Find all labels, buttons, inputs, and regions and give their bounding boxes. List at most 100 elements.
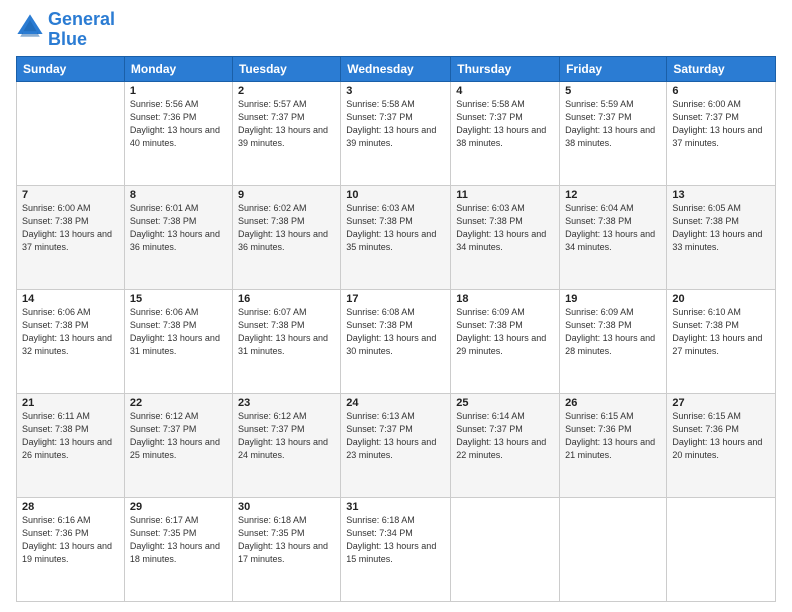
day-info: Sunrise: 6:16 AMSunset: 7:36 PMDaylight:… [22,514,119,566]
day-info: Sunrise: 6:14 AMSunset: 7:37 PMDaylight:… [456,410,554,462]
week-row-5: 28Sunrise: 6:16 AMSunset: 7:36 PMDayligh… [17,497,776,601]
day-cell: 24Sunrise: 6:13 AMSunset: 7:37 PMDayligh… [341,393,451,497]
day-info: Sunrise: 6:07 AMSunset: 7:38 PMDaylight:… [238,306,335,358]
day-number: 25 [456,397,554,409]
day-cell: 12Sunrise: 6:04 AMSunset: 7:38 PMDayligh… [560,185,667,289]
day-cell: 7Sunrise: 6:00 AMSunset: 7:38 PMDaylight… [17,185,125,289]
col-header-sunday: Sunday [17,56,125,81]
logo: General Blue [16,10,115,50]
day-info: Sunrise: 6:18 AMSunset: 7:34 PMDaylight:… [346,514,445,566]
day-cell: 17Sunrise: 6:08 AMSunset: 7:38 PMDayligh… [341,289,451,393]
day-cell: 31Sunrise: 6:18 AMSunset: 7:34 PMDayligh… [341,497,451,601]
day-number: 23 [238,397,335,409]
day-info: Sunrise: 6:15 AMSunset: 7:36 PMDaylight:… [672,410,770,462]
day-cell: 10Sunrise: 6:03 AMSunset: 7:38 PMDayligh… [341,185,451,289]
day-info: Sunrise: 6:17 AMSunset: 7:35 PMDaylight:… [130,514,227,566]
day-cell: 8Sunrise: 6:01 AMSunset: 7:38 PMDaylight… [124,185,232,289]
day-cell: 25Sunrise: 6:14 AMSunset: 7:37 PMDayligh… [451,393,560,497]
day-info: Sunrise: 6:06 AMSunset: 7:38 PMDaylight:… [22,306,119,358]
day-number: 5 [565,85,661,97]
day-number: 9 [238,189,335,201]
day-info: Sunrise: 6:03 AMSunset: 7:38 PMDaylight:… [456,202,554,254]
day-number: 19 [565,293,661,305]
day-number: 2 [238,85,335,97]
day-info: Sunrise: 6:00 AMSunset: 7:38 PMDaylight:… [22,202,119,254]
day-number: 7 [22,189,119,201]
day-number: 20 [672,293,770,305]
col-header-saturday: Saturday [667,56,776,81]
week-row-4: 21Sunrise: 6:11 AMSunset: 7:38 PMDayligh… [17,393,776,497]
day-number: 14 [22,293,119,305]
day-info: Sunrise: 6:00 AMSunset: 7:37 PMDaylight:… [672,98,770,150]
week-row-2: 7Sunrise: 6:00 AMSunset: 7:38 PMDaylight… [17,185,776,289]
week-row-3: 14Sunrise: 6:06 AMSunset: 7:38 PMDayligh… [17,289,776,393]
logo-icon [16,13,44,46]
day-cell: 3Sunrise: 5:58 AMSunset: 7:37 PMDaylight… [341,81,451,185]
day-number: 11 [456,189,554,201]
day-info: Sunrise: 6:06 AMSunset: 7:38 PMDaylight:… [130,306,227,358]
day-info: Sunrise: 5:58 AMSunset: 7:37 PMDaylight:… [456,98,554,150]
day-cell: 30Sunrise: 6:18 AMSunset: 7:35 PMDayligh… [232,497,340,601]
day-info: Sunrise: 6:08 AMSunset: 7:38 PMDaylight:… [346,306,445,358]
day-number: 4 [456,85,554,97]
day-cell: 15Sunrise: 6:06 AMSunset: 7:38 PMDayligh… [124,289,232,393]
day-cell: 28Sunrise: 6:16 AMSunset: 7:36 PMDayligh… [17,497,125,601]
day-cell: 5Sunrise: 5:59 AMSunset: 7:37 PMDaylight… [560,81,667,185]
day-cell: 20Sunrise: 6:10 AMSunset: 7:38 PMDayligh… [667,289,776,393]
day-info: Sunrise: 6:12 AMSunset: 7:37 PMDaylight:… [238,410,335,462]
header: General Blue [16,10,776,50]
day-cell: 1Sunrise: 5:56 AMSunset: 7:36 PMDaylight… [124,81,232,185]
day-number: 17 [346,293,445,305]
day-info: Sunrise: 6:09 AMSunset: 7:38 PMDaylight:… [456,306,554,358]
day-number: 16 [238,293,335,305]
day-number: 30 [238,501,335,513]
day-cell: 11Sunrise: 6:03 AMSunset: 7:38 PMDayligh… [451,185,560,289]
day-info: Sunrise: 6:03 AMSunset: 7:38 PMDaylight:… [346,202,445,254]
day-info: Sunrise: 5:59 AMSunset: 7:37 PMDaylight:… [565,98,661,150]
col-header-monday: Monday [124,56,232,81]
week-row-1: 1Sunrise: 5:56 AMSunset: 7:36 PMDaylight… [17,81,776,185]
day-number: 10 [346,189,445,201]
day-cell: 6Sunrise: 6:00 AMSunset: 7:37 PMDaylight… [667,81,776,185]
day-info: Sunrise: 6:09 AMSunset: 7:38 PMDaylight:… [565,306,661,358]
day-number: 6 [672,85,770,97]
day-number: 1 [130,85,227,97]
day-info: Sunrise: 6:05 AMSunset: 7:38 PMDaylight:… [672,202,770,254]
day-cell: 2Sunrise: 5:57 AMSunset: 7:37 PMDaylight… [232,81,340,185]
day-info: Sunrise: 5:57 AMSunset: 7:37 PMDaylight:… [238,98,335,150]
day-info: Sunrise: 6:18 AMSunset: 7:35 PMDaylight:… [238,514,335,566]
day-info: Sunrise: 6:11 AMSunset: 7:38 PMDaylight:… [22,410,119,462]
day-info: Sunrise: 6:01 AMSunset: 7:38 PMDaylight:… [130,202,227,254]
day-info: Sunrise: 6:02 AMSunset: 7:38 PMDaylight:… [238,202,335,254]
day-cell: 13Sunrise: 6:05 AMSunset: 7:38 PMDayligh… [667,185,776,289]
day-info: Sunrise: 5:56 AMSunset: 7:36 PMDaylight:… [130,98,227,150]
day-number: 18 [456,293,554,305]
day-info: Sunrise: 6:15 AMSunset: 7:36 PMDaylight:… [565,410,661,462]
day-cell [451,497,560,601]
day-info: Sunrise: 6:10 AMSunset: 7:38 PMDaylight:… [672,306,770,358]
day-cell [17,81,125,185]
col-header-thursday: Thursday [451,56,560,81]
day-number: 31 [346,501,445,513]
day-info: Sunrise: 6:13 AMSunset: 7:37 PMDaylight:… [346,410,445,462]
day-number: 8 [130,189,227,201]
day-cell: 21Sunrise: 6:11 AMSunset: 7:38 PMDayligh… [17,393,125,497]
day-number: 15 [130,293,227,305]
day-info: Sunrise: 5:58 AMSunset: 7:37 PMDaylight:… [346,98,445,150]
day-number: 21 [22,397,119,409]
day-cell: 14Sunrise: 6:06 AMSunset: 7:38 PMDayligh… [17,289,125,393]
day-cell: 9Sunrise: 6:02 AMSunset: 7:38 PMDaylight… [232,185,340,289]
day-number: 3 [346,85,445,97]
calendar-table: SundayMondayTuesdayWednesdayThursdayFrid… [16,56,776,602]
day-number: 22 [130,397,227,409]
day-number: 27 [672,397,770,409]
day-number: 29 [130,501,227,513]
header-row: SundayMondayTuesdayWednesdayThursdayFrid… [17,56,776,81]
col-header-tuesday: Tuesday [232,56,340,81]
col-header-friday: Friday [560,56,667,81]
page: General Blue SundayMondayTuesdayWednesda… [0,0,792,612]
day-info: Sunrise: 6:04 AMSunset: 7:38 PMDaylight:… [565,202,661,254]
col-header-wednesday: Wednesday [341,56,451,81]
day-number: 28 [22,501,119,513]
day-cell: 18Sunrise: 6:09 AMSunset: 7:38 PMDayligh… [451,289,560,393]
